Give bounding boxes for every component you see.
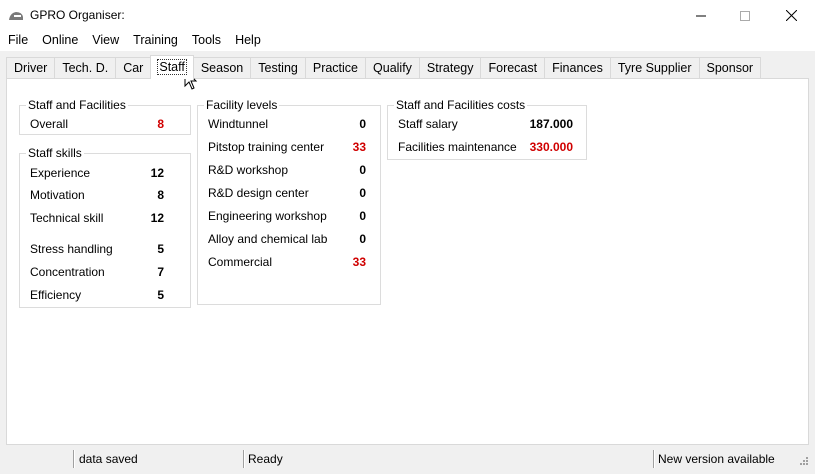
close-icon [785,10,797,21]
tab-strategy[interactable]: Strategy [418,57,482,78]
facility-levels-group: Facility levels Windtunnel 0 Pitstop tra… [197,98,381,305]
skill-value-concentration: 7 [157,265,164,279]
tab-forecast[interactable]: Forecast [480,57,546,78]
costs-title: Staff and Facilities costs [394,98,528,112]
status-separator [73,450,75,468]
status-bar: data saved Ready New version available [0,448,815,474]
minimize-icon [696,15,706,16]
tab-practice[interactable]: Practice [304,57,367,78]
app-helmet-icon [9,12,23,20]
menu-training[interactable]: Training [126,31,185,51]
tab-tech-d[interactable]: Tech. D. [54,57,117,78]
facility-label-rd-workshop: R&D workshop [208,163,289,177]
status-separator [243,450,245,468]
facility-value-commercial: 33 [352,255,366,269]
facility-value-pitstop: 33 [352,140,366,154]
window-title: GPRO Organiser: [30,8,125,22]
skill-value-technical: 12 [150,211,164,225]
resize-grip-icon[interactable] [797,456,809,468]
skill-label-motivation: Motivation [30,188,85,202]
staff-tab-panel: Staff and Facilities Overall 8 Staff ski… [6,78,809,445]
staff-skills-group: Staff skills Experience 12 Motivation 8 … [19,146,191,308]
facility-value-rd-design: 0 [359,186,366,200]
status-separator [653,450,655,468]
skill-label-experience: Experience [30,166,91,180]
facility-label-commercial: Commercial [208,255,273,269]
facility-label-pitstop: Pitstop training center [208,140,325,154]
skill-value-motivation: 8 [157,188,164,202]
cost-value-staff-salary: 187.000 [529,117,573,131]
cost-label-staff-salary: Staff salary [398,117,458,131]
tab-finances[interactable]: Finances [544,57,611,78]
facility-value-engineering: 0 [359,209,366,223]
tab-car[interactable]: Car [115,57,152,78]
staff-skills-title: Staff skills [26,146,84,160]
skill-value-stress: 5 [157,242,164,256]
status-data-saved: data saved [79,452,138,466]
skill-value-experience: 12 [150,166,164,180]
tab-qualify[interactable]: Qualify [365,57,420,78]
menu-online[interactable]: Online [35,31,85,51]
title-bar: GPRO Organiser: [0,0,815,31]
cost-label-maintenance: Facilities maintenance [398,140,517,154]
menu-bar: File Online View Training Tools Help [0,31,815,51]
facility-value-alloy: 0 [359,232,366,246]
maximize-icon [740,10,750,21]
menu-view[interactable]: View [85,31,126,51]
overall-label: Overall [30,117,69,131]
skill-label-efficiency: Efficiency [30,288,82,302]
facility-label-engineering: Engineering workshop [208,209,327,223]
tab-staff-label: Staff [157,59,187,75]
skill-label-technical: Technical skill [30,211,104,225]
tab-staff[interactable]: Staff [150,55,194,79]
close-button[interactable] [768,0,814,31]
facility-label-windtunnel: Windtunnel [208,117,269,131]
skill-label-concentration: Concentration [30,265,105,279]
minimize-button[interactable] [678,0,724,31]
facility-value-rd-workshop: 0 [359,163,366,177]
tab-testing[interactable]: Testing [250,57,306,78]
tab-strip: Driver Tech. D. Car Staff Season Testing… [6,55,762,79]
staff-facilities-group: Staff and Facilities Overall 8 [19,98,191,135]
costs-group: Staff and Facilities costs Staff salary … [387,98,587,160]
menu-tools[interactable]: Tools [185,31,228,51]
staff-facilities-title: Staff and Facilities [26,98,128,112]
skill-label-stress: Stress handling [30,242,113,256]
facility-levels-title: Facility levels [204,98,280,112]
maximize-button[interactable] [722,0,768,31]
overall-value: 8 [157,117,164,131]
facility-label-rd-design: R&D design center [208,186,309,200]
tab-season[interactable]: Season [192,57,252,78]
status-ready: Ready [248,452,283,466]
tab-tyre-supplier[interactable]: Tyre Supplier [609,57,700,78]
facility-value-windtunnel: 0 [359,117,366,131]
skill-value-efficiency: 5 [157,288,164,302]
facility-label-alloy: Alloy and chemical lab [208,232,328,246]
status-new-version[interactable]: New version available [658,452,775,466]
cost-value-maintenance: 330.000 [529,140,573,154]
tab-sponsor[interactable]: Sponsor [698,57,762,78]
menu-help[interactable]: Help [228,31,268,51]
tab-driver[interactable]: Driver [6,57,56,78]
menu-file[interactable]: File [0,31,35,51]
